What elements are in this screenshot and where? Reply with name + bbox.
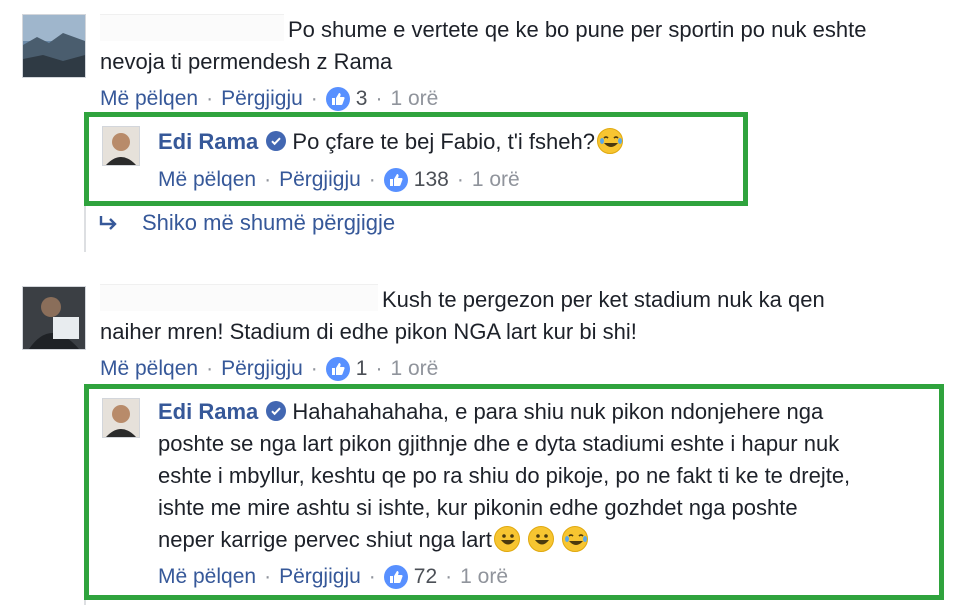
like-link[interactable]: Më pëlqen [100,357,198,381]
person-photo-icon [23,287,85,349]
separator: · [264,168,272,191]
comment-text: Po shume e vertete qe ke bo pune per spo… [100,17,867,74]
timestamp[interactable]: 1 orë [390,357,438,381]
timestamp[interactable]: 1 orë [460,565,508,589]
thumbs-up-icon[interactable] [325,87,350,111]
verified-badge-icon [266,131,287,151]
reply-link[interactable]: Përgjigju [221,357,303,381]
separator: · [368,565,376,588]
thumbs-up-icon[interactable] [383,565,408,589]
thumbs-up-icon[interactable] [383,168,408,192]
reply-text: Po çfare te bej Fabio, t'i fsheh? [292,129,595,154]
landscape-photo-icon [23,15,85,77]
more-replies-label: Shiko më shumë përgjigje [142,210,396,235]
reply-text-line: ishte me mire ashtu si ishte, kur pikoni… [158,495,798,520]
reply-link[interactable]: Përgjigju [279,168,361,192]
like-count[interactable]: 3 [356,87,368,111]
separator: · [368,168,376,191]
commenter-avatar[interactable] [22,14,86,78]
separator: · [310,357,318,380]
reply-actions: Më pëlqen · Përgjigju · 72 · 1 orë [158,562,508,592]
separator: · [310,87,318,110]
timestamp[interactable]: 1 orë [390,87,438,111]
reply-link[interactable]: Përgjigju [221,87,303,111]
like-count[interactable]: 138 [414,168,449,192]
separator: · [206,357,214,380]
like-link[interactable]: Më pëlqen [158,168,256,192]
person-photo-icon [103,399,139,437]
more-replies-link[interactable]: Shiko më shumë përgjigje [98,208,395,238]
like-count[interactable]: 72 [414,565,437,589]
reply-author-avatar[interactable] [102,398,140,438]
reply-author-name[interactable]: Edi Rama [158,399,258,424]
verified-badge-icon [266,401,287,421]
like-link[interactable]: Më pëlqen [158,565,256,589]
comment-actions: Më pëlqen · Përgjigju · 1 · 1 orë [100,354,438,384]
reply-text-line: eshte i mbyllur, keshtu qe po ra shiu do… [158,463,851,488]
commenter-avatar[interactable] [22,286,86,350]
comment-text: Kush te pergezon per ket stadium nuk ka … [100,287,825,344]
reply-author-avatar[interactable] [102,126,140,166]
separator: · [456,168,464,191]
separator: · [264,565,272,588]
reply-arrow-icon [98,208,128,238]
separator: · [445,565,453,588]
separator: · [206,87,214,110]
like-count[interactable]: 1 [356,357,368,381]
reply-text-line: poshte se nga lart pikon gjithnje dhe e … [158,431,840,456]
reply-author-name[interactable]: Edi Rama [158,129,258,154]
grinning-face-emoji-icon [493,526,520,552]
reply-body: Edi Rama Po çfare te bej Fabio, t'i fshe… [158,126,623,158]
reply-text-line: Hahahahahaha, e para shiu nuk pikon ndon… [292,399,824,424]
separator: · [375,357,383,380]
reply-body: Edi Rama Hahahahahaha, e para shiu nuk p… [158,396,850,556]
thumbs-up-icon[interactable] [325,357,350,381]
grinning-face-emoji-icon [527,526,554,552]
like-link[interactable]: Më pëlqen [100,87,198,111]
reply-actions: Më pëlqen · Përgjigju · 138 · 1 orë [158,165,520,195]
tears-of-joy-emoji-icon [597,128,623,154]
comment-actions: Më pëlqen · Përgjigju · 3 · 1 orë [100,84,438,114]
separator: · [375,87,383,110]
tears-of-joy-emoji-icon [561,526,588,552]
timestamp[interactable]: 1 orë [472,168,520,192]
reply-text-line: neper karrige pervec shiut nga lart [158,527,492,552]
reply-link[interactable]: Përgjigju [279,565,361,589]
person-photo-icon [103,127,139,165]
